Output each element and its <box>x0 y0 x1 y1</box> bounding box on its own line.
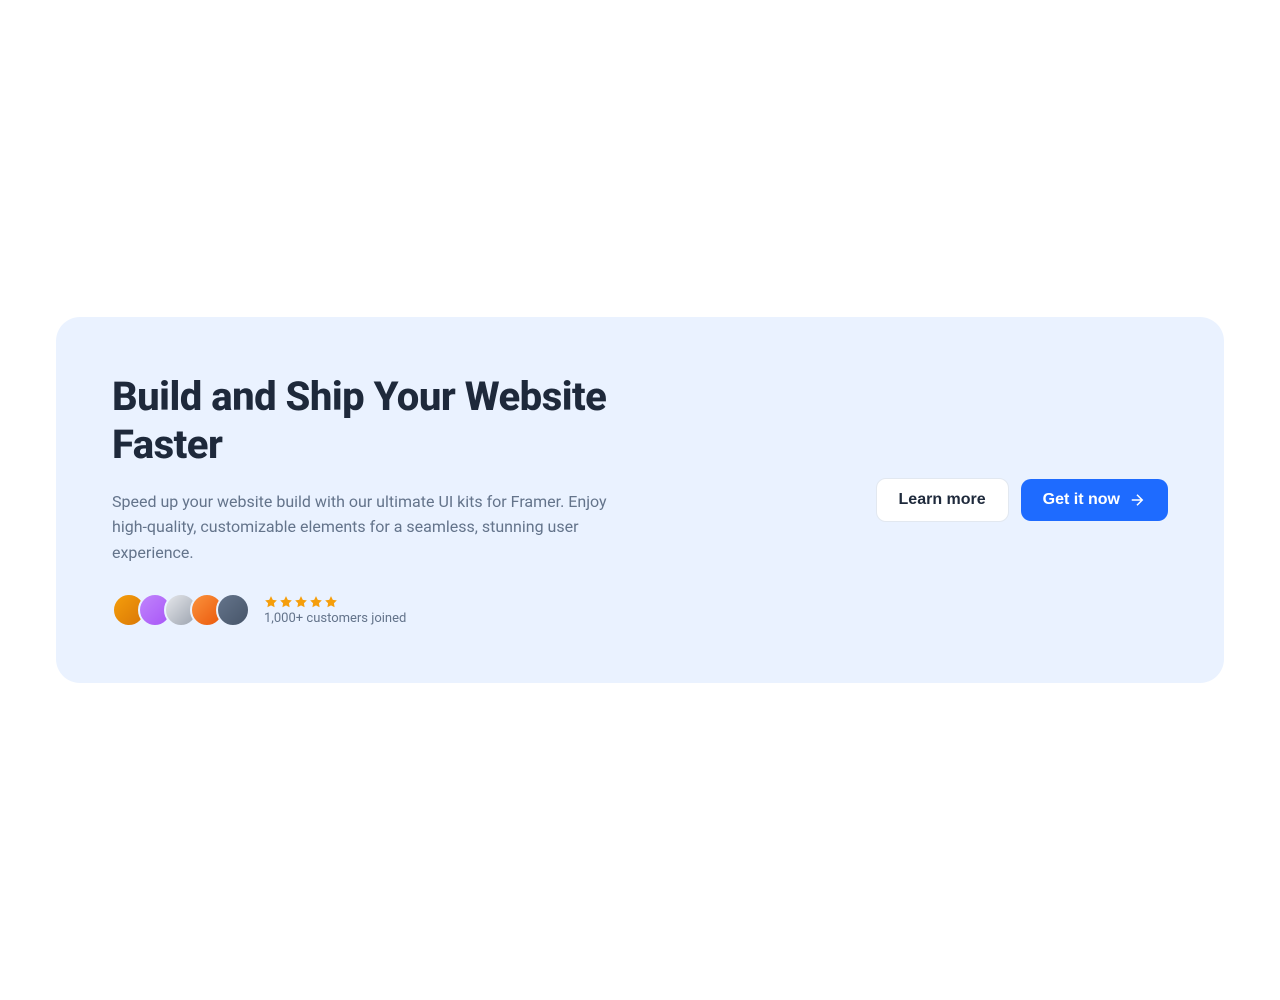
proof-text: 1,000+ customers joined <box>264 595 406 626</box>
star-icon <box>294 595 308 609</box>
avatar <box>216 593 250 627</box>
cta-content: Build and Ship Your Website Faster Speed… <box>112 373 632 628</box>
star-icon <box>264 595 278 609</box>
arrow-right-icon <box>1128 491 1146 509</box>
get-it-now-button[interactable]: Get it now <box>1021 479 1168 521</box>
customers-joined-text: 1,000+ customers joined <box>264 611 406 626</box>
cta-card: Build and Ship Your Website Faster Speed… <box>56 317 1224 684</box>
star-icon <box>324 595 338 609</box>
star-rating <box>264 595 406 609</box>
social-proof: 1,000+ customers joined <box>112 593 632 627</box>
learn-more-button[interactable]: Learn more <box>876 478 1009 522</box>
avatar-stack <box>112 593 250 627</box>
star-icon <box>279 595 293 609</box>
star-icon <box>309 595 323 609</box>
cta-description: Speed up your website build with our ult… <box>112 489 632 566</box>
button-label: Get it now <box>1043 491 1120 509</box>
cta-buttons: Learn more Get it now <box>876 478 1168 522</box>
cta-heading: Build and Ship Your Website Faster <box>112 373 632 469</box>
button-label: Learn more <box>899 491 986 509</box>
